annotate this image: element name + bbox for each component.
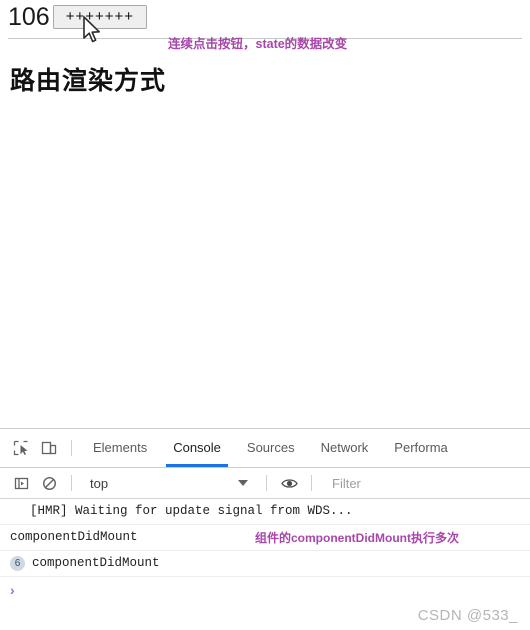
counter-row: 106 +++++++: [0, 0, 530, 32]
execution-context-value: top: [90, 475, 109, 491]
log-message-text: componentDidMount: [32, 556, 160, 570]
tab-performance[interactable]: Performa: [381, 429, 460, 467]
console-prompt-row[interactable]: ›: [0, 577, 530, 602]
log-message-text: componentDidMount: [10, 530, 138, 544]
tab-network[interactable]: Network: [308, 429, 382, 467]
console-sidebar-icon[interactable]: [7, 469, 35, 497]
chevron-down-icon: [238, 480, 248, 486]
tab-console[interactable]: Console: [160, 429, 234, 467]
watermark: CSDN @533_: [417, 607, 518, 624]
browser-page-viewport: 106 +++++++ 连续点击按钮，state的数据改变 路由渲染方式: [0, 0, 530, 428]
log-row[interactable]: [HMR] Waiting for update signal from WDS…: [0, 499, 530, 525]
tab-elements[interactable]: Elements: [80, 429, 160, 467]
log-message-text: [HMR] Waiting for update signal from WDS…: [30, 504, 353, 518]
console-toolbar-divider-2: [266, 475, 267, 491]
tab-sources[interactable]: Sources: [234, 429, 308, 467]
log-repeat-count-badge: 6: [10, 556, 25, 571]
clear-console-icon[interactable]: [35, 469, 63, 497]
device-toolbar-icon[interactable]: [35, 434, 63, 462]
execution-context-select[interactable]: top: [80, 472, 258, 494]
devtools-panel: Elements Console Sources Network Perform…: [0, 428, 530, 630]
counter-value: 106: [8, 3, 50, 31]
console-toolbar-divider-1: [71, 475, 72, 491]
console-toolbar-divider-3: [311, 475, 312, 491]
filter-input[interactable]: [320, 471, 514, 495]
log-row[interactable]: 6 componentDidMount: [0, 551, 530, 577]
increment-button[interactable]: +++++++: [52, 5, 148, 29]
inspect-element-icon[interactable]: [7, 434, 35, 462]
toolbar-divider: [71, 440, 72, 456]
console-toolbar: top: [0, 468, 530, 499]
devtools-tabbar: Elements Console Sources Network Perform…: [0, 429, 530, 468]
live-expression-eye-icon[interactable]: [275, 469, 303, 497]
annotation-componentdidmount: 组件的componentDidMount执行多次: [255, 531, 459, 545]
console-prompt-caret-icon: ›: [10, 581, 15, 598]
annotation-state-change: 连续点击按钮，state的数据改变: [168, 37, 348, 51]
